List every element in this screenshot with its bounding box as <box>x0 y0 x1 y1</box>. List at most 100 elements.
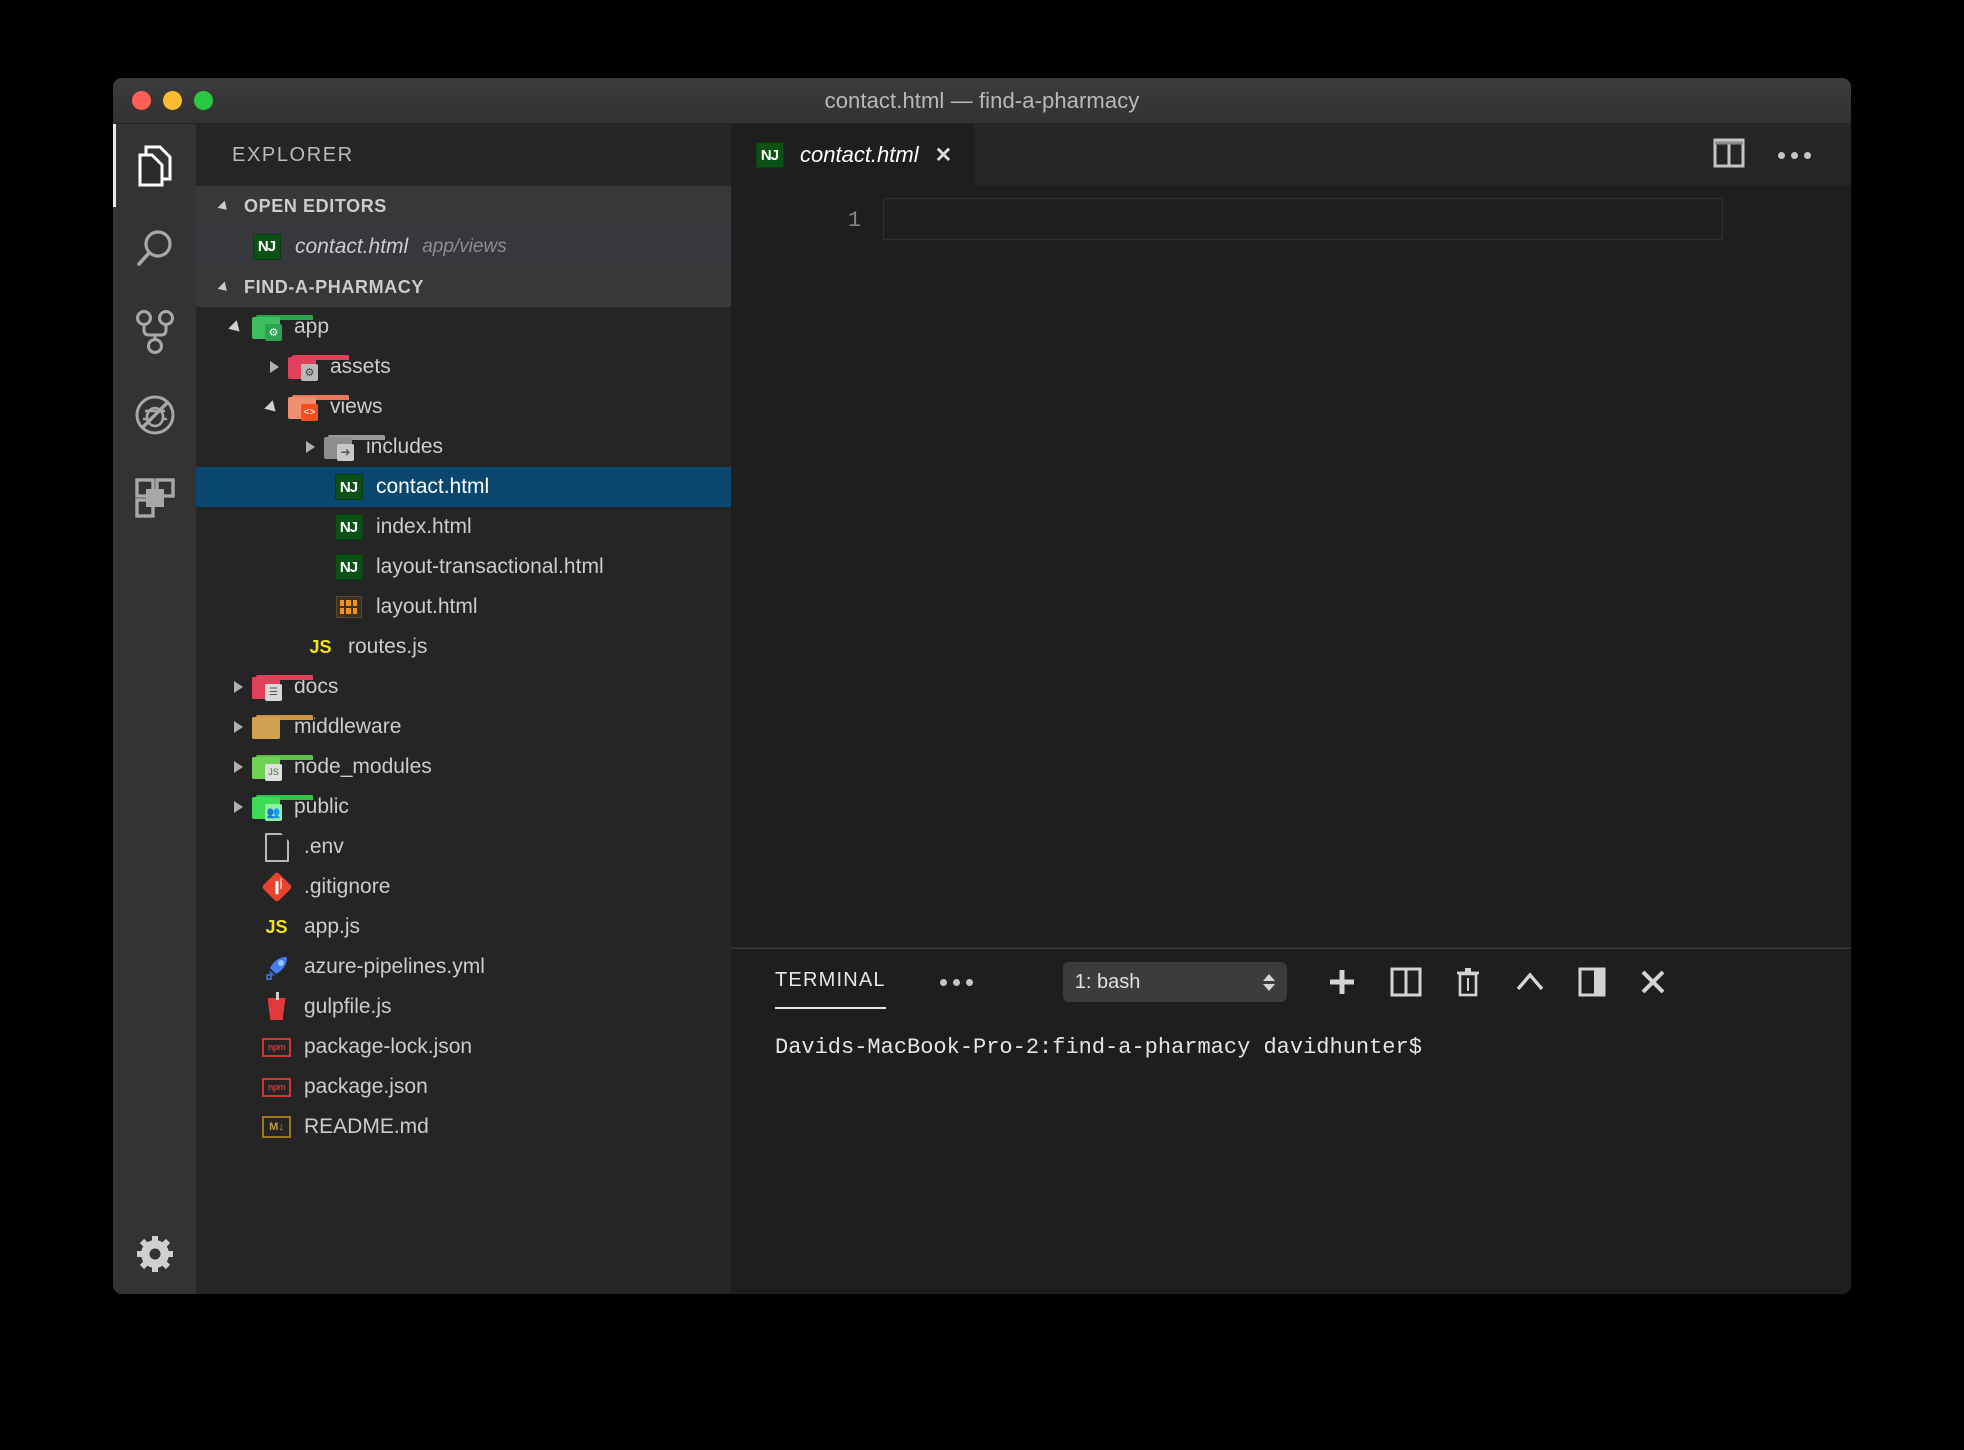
folder-docs-icon: ☰ <box>252 673 314 702</box>
js-icon: JS <box>265 916 288 937</box>
window-controls[interactable] <box>132 91 213 110</box>
tree-label: contact.html <box>376 475 490 498</box>
editor-divider <box>731 947 1851 948</box>
sidebar-item-source-control[interactable] <box>113 290 196 373</box>
open-editors-header[interactable]: OPEN EDITORS <box>196 186 731 226</box>
close-icon[interactable]: ✕ <box>935 143 953 168</box>
html-grid-icon <box>334 593 363 622</box>
tree-row-views[interactable]: <> views <box>196 387 731 427</box>
window-title: contact.html — find-a-pharmacy <box>824 87 1140 113</box>
ellipsis-icon[interactable] <box>1778 151 1811 159</box>
search-icon <box>133 227 177 271</box>
chevron-right-icon <box>226 714 252 740</box>
ellipsis-icon[interactable] <box>939 978 973 986</box>
tree-row-gulpfile-js[interactable]: gulpfile.js <box>196 987 731 1027</box>
folder-includes-icon: ➜ <box>324 433 386 462</box>
tree-label: package.json <box>304 1075 428 1098</box>
tree-row-azure-pipelines-yml[interactable]: azure-pipelines.yml <box>196 947 731 987</box>
project-name-label: FIND-A-PHARMACY <box>244 276 424 297</box>
tab-terminal[interactable]: TERMINAL <box>775 969 886 1009</box>
tree-row-contact-html[interactable]: NJ contact.html <box>196 467 731 507</box>
tree-row-app-js[interactable]: JS app.js <box>196 907 731 947</box>
chevron-down-icon <box>218 197 236 215</box>
project-header[interactable]: FIND-A-PHARMACY <box>196 267 731 307</box>
maximize-window-button[interactable] <box>194 91 213 110</box>
open-editors-label: OPEN EDITORS <box>244 195 387 216</box>
file-tree: ⚙ app ⚙ assets <> views ➜ includes NJ co… <box>196 307 731 1294</box>
tree-row-node-modules[interactable]: JS node_modules <box>196 747 731 787</box>
open-editor-filepath: app/views <box>422 235 507 257</box>
explorer-title: EXPLORER <box>232 143 354 166</box>
editor-actions <box>1713 124 1851 186</box>
tree-row-gitignore[interactable]: .gitignore <box>196 867 731 907</box>
terminal-line: Davids-MacBook-Pro-2:find-a-pharmacy dav… <box>775 1035 1422 1060</box>
split-icon[interactable] <box>1390 967 1422 997</box>
chevron-down-icon <box>262 394 288 420</box>
chevron-updown-icon <box>1262 973 1275 991</box>
git-icon <box>260 871 293 903</box>
npm-icon: npm <box>262 1033 291 1062</box>
folder-node-icon: JS <box>252 753 314 782</box>
tree-row-env[interactable]: .env <box>196 827 731 867</box>
extensions-icon <box>133 476 177 520</box>
manage-settings-button[interactable] <box>113 1212 196 1294</box>
tree-label: azure-pipelines.yml <box>304 955 485 978</box>
plus-icon[interactable] <box>1327 967 1357 997</box>
terminal-select[interactable]: 1: bash <box>1062 962 1287 1002</box>
tree-row-package-json[interactable]: npm package.json <box>196 1067 731 1107</box>
source-control-icon <box>133 309 177 355</box>
files-icon <box>134 143 176 189</box>
sidebar-item-run-debug[interactable] <box>113 373 196 456</box>
tree-label: routes.js <box>348 635 428 658</box>
terminal-output[interactable]: Davids-MacBook-Pro-2:find-a-pharmacy dav… <box>731 1015 1851 1294</box>
split-editor-icon[interactable] <box>1713 138 1745 172</box>
layout-sidebar-icon[interactable] <box>1578 967 1606 997</box>
markdown-icon: M↓ <box>262 1113 291 1142</box>
tree-row-layout-html[interactable]: layout.html <box>196 587 731 627</box>
tree-row-public[interactable]: 👥 public <box>196 787 731 827</box>
terminal-select-value: 1: bash <box>1074 970 1141 993</box>
tree-row-layout-transactional-html[interactable]: NJ layout-transactional.html <box>196 547 731 587</box>
close-icon[interactable] <box>1639 968 1667 996</box>
tree-row-routes-js[interactable]: JS routes.js <box>196 627 731 667</box>
tree-row-app[interactable]: ⚙ app <box>196 307 731 347</box>
close-window-button[interactable] <box>132 91 151 110</box>
tree-row-includes[interactable]: ➜ includes <box>196 427 731 467</box>
tree-label: gulpfile.js <box>304 995 392 1018</box>
tree-label: README.md <box>304 1115 429 1138</box>
open-editor-item[interactable]: NJ contact.html app/views <box>196 226 731 267</box>
bottom-panel: TERMINAL 1: bash Davids-MacBook-Pro-2:fi… <box>731 948 1851 1294</box>
chevron-up-icon[interactable] <box>1515 969 1545 995</box>
chevron-right-icon <box>226 754 252 780</box>
screen: contact.html — find-a-pharmacy EXPLORER … <box>0 0 1964 1450</box>
debug-icon <box>133 393 177 437</box>
folder-public-icon: 👥 <box>252 793 314 822</box>
nunjucks-icon: NJ <box>755 141 784 170</box>
code-editor[interactable]: 1 <box>731 186 1851 948</box>
gulp-icon <box>262 992 291 1022</box>
tree-row-readme-md[interactable]: M↓ README.md <box>196 1107 731 1147</box>
panel-actions <box>1327 967 1667 997</box>
chevron-right-icon <box>226 794 252 820</box>
sidebar-item-explorer[interactable] <box>113 124 196 207</box>
current-line-highlight <box>883 198 1723 240</box>
folder-assets-icon: ⚙ <box>288 353 350 382</box>
tree-row-docs[interactable]: ☰ docs <box>196 667 731 707</box>
sidebar-item-search[interactable] <box>113 207 196 290</box>
tab-contact-html[interactable]: NJ contact.html ✕ <box>731 124 976 186</box>
nunjucks-icon: NJ <box>252 232 281 261</box>
folder-app-icon: ⚙ <box>252 313 314 342</box>
sidebar-item-extensions[interactable] <box>113 456 196 539</box>
minimize-window-button[interactable] <box>163 91 182 110</box>
azure-icon <box>262 953 291 982</box>
js-icon: JS <box>309 636 332 657</box>
tree-row-middleware[interactable]: middleware <box>196 707 731 747</box>
tree-row-assets[interactable]: ⚙ assets <box>196 347 731 387</box>
tree-row-package-lock-json[interactable]: npm package-lock.json <box>196 1027 731 1067</box>
tab-label: contact.html <box>800 142 919 167</box>
tree-label: layout.html <box>376 595 478 618</box>
trash-icon[interactable] <box>1455 967 1481 997</box>
tree-row-index-html[interactable]: NJ index.html <box>196 507 731 547</box>
tree-label: .gitignore <box>304 875 391 898</box>
editor-column: NJ contact.html ✕ 1 TERMINAL 1: bash Dav… <box>731 124 1851 1294</box>
